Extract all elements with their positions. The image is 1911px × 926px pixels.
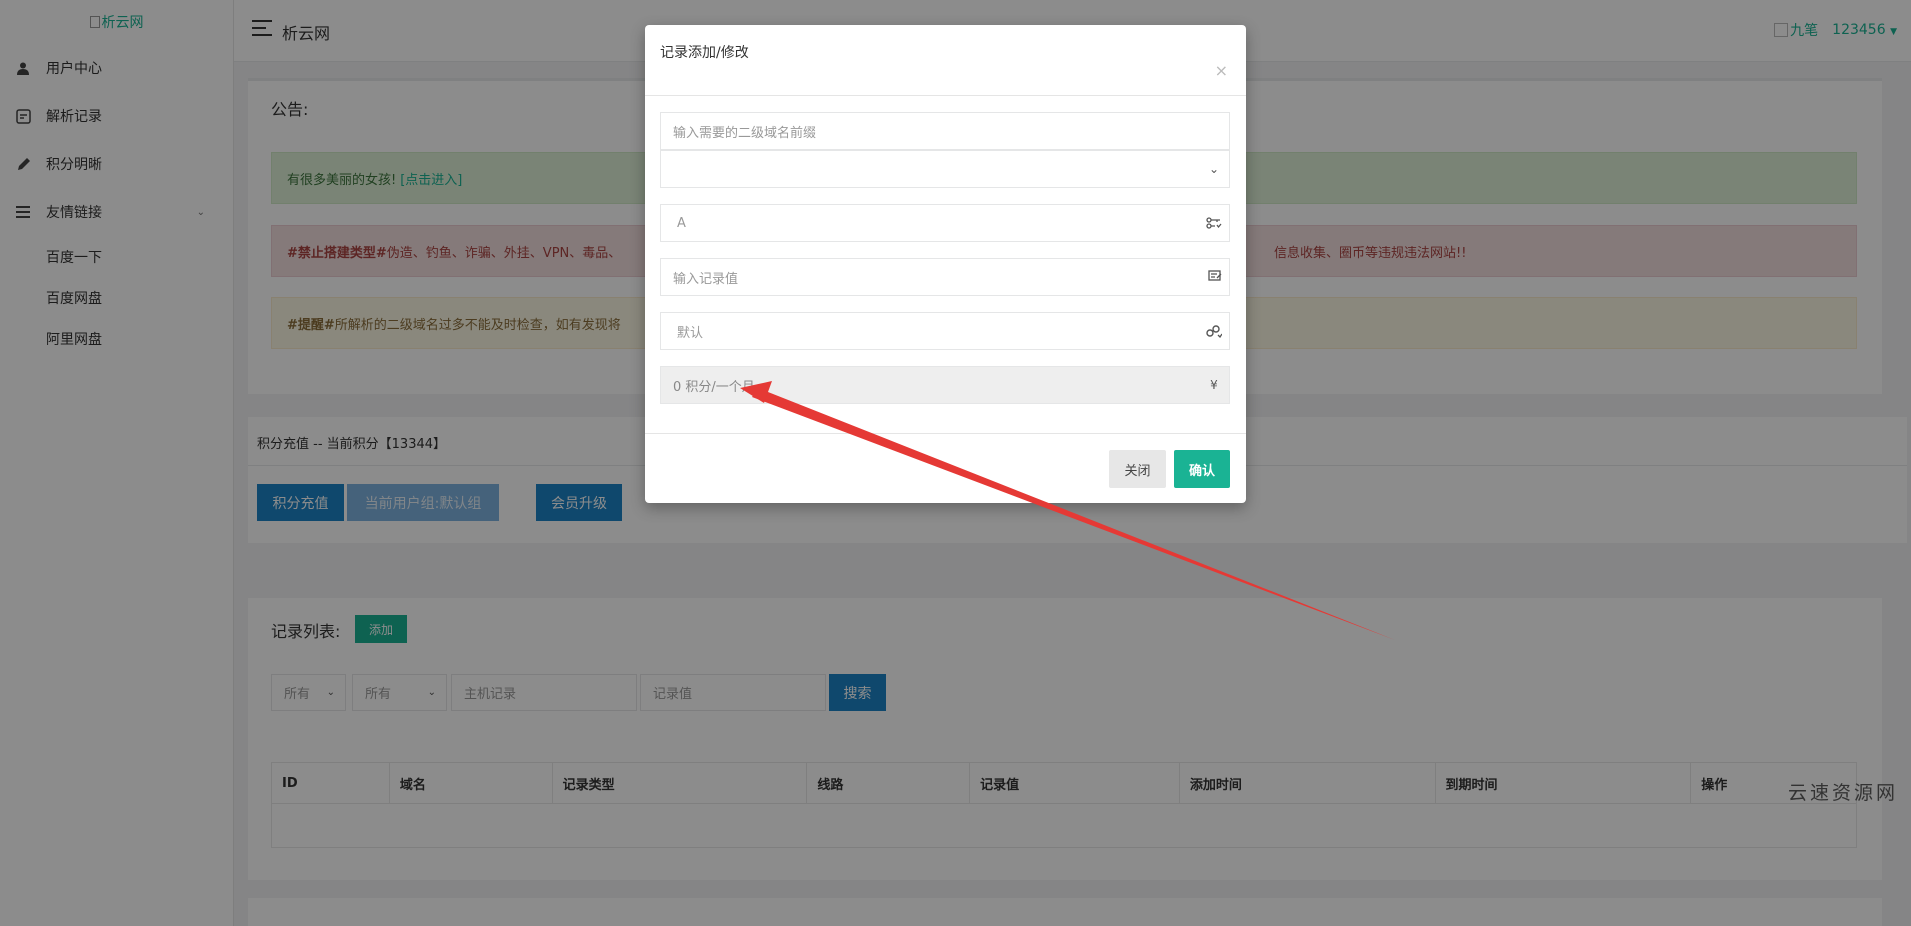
route-icon — [1205, 322, 1223, 340]
line-value: 默认 — [677, 325, 704, 341]
edit-note-icon — [1206, 267, 1224, 285]
divider — [645, 95, 1246, 96]
domain-select[interactable]: ⌄ — [660, 150, 1230, 188]
record-type-value: A — [677, 215, 686, 231]
chevron-down-icon: ⌄ — [1208, 162, 1220, 176]
points-cost-field: 0 积分/一个月 ¥ — [660, 366, 1230, 404]
watermark-text: 云速资源网 — [1788, 782, 1899, 804]
record-type-select[interactable]: A — [660, 204, 1230, 242]
close-button[interactable]: 关闭 — [1109, 450, 1166, 488]
points-cost-value: 0 积分/一个月 — [673, 379, 755, 395]
line-select[interactable]: 默认 — [660, 312, 1230, 350]
confirm-button[interactable]: 确认 — [1174, 450, 1230, 488]
modal-title: 记录添加/修改 — [660, 45, 749, 61]
close-icon[interactable]: × — [1215, 61, 1228, 80]
record-edit-modal: 记录添加/修改 × 输入需要的二级域名前缀 ⌄ A 输入记录值 默认 0 积分/… — [645, 25, 1246, 503]
divider — [645, 433, 1246, 434]
subdomain-prefix-input[interactable]: 输入需要的二级域名前缀 — [660, 112, 1230, 150]
currency-icon: ¥ — [1210, 378, 1218, 392]
key-settings-icon — [1205, 214, 1223, 232]
record-value-field[interactable]: 输入记录值 — [660, 258, 1230, 296]
